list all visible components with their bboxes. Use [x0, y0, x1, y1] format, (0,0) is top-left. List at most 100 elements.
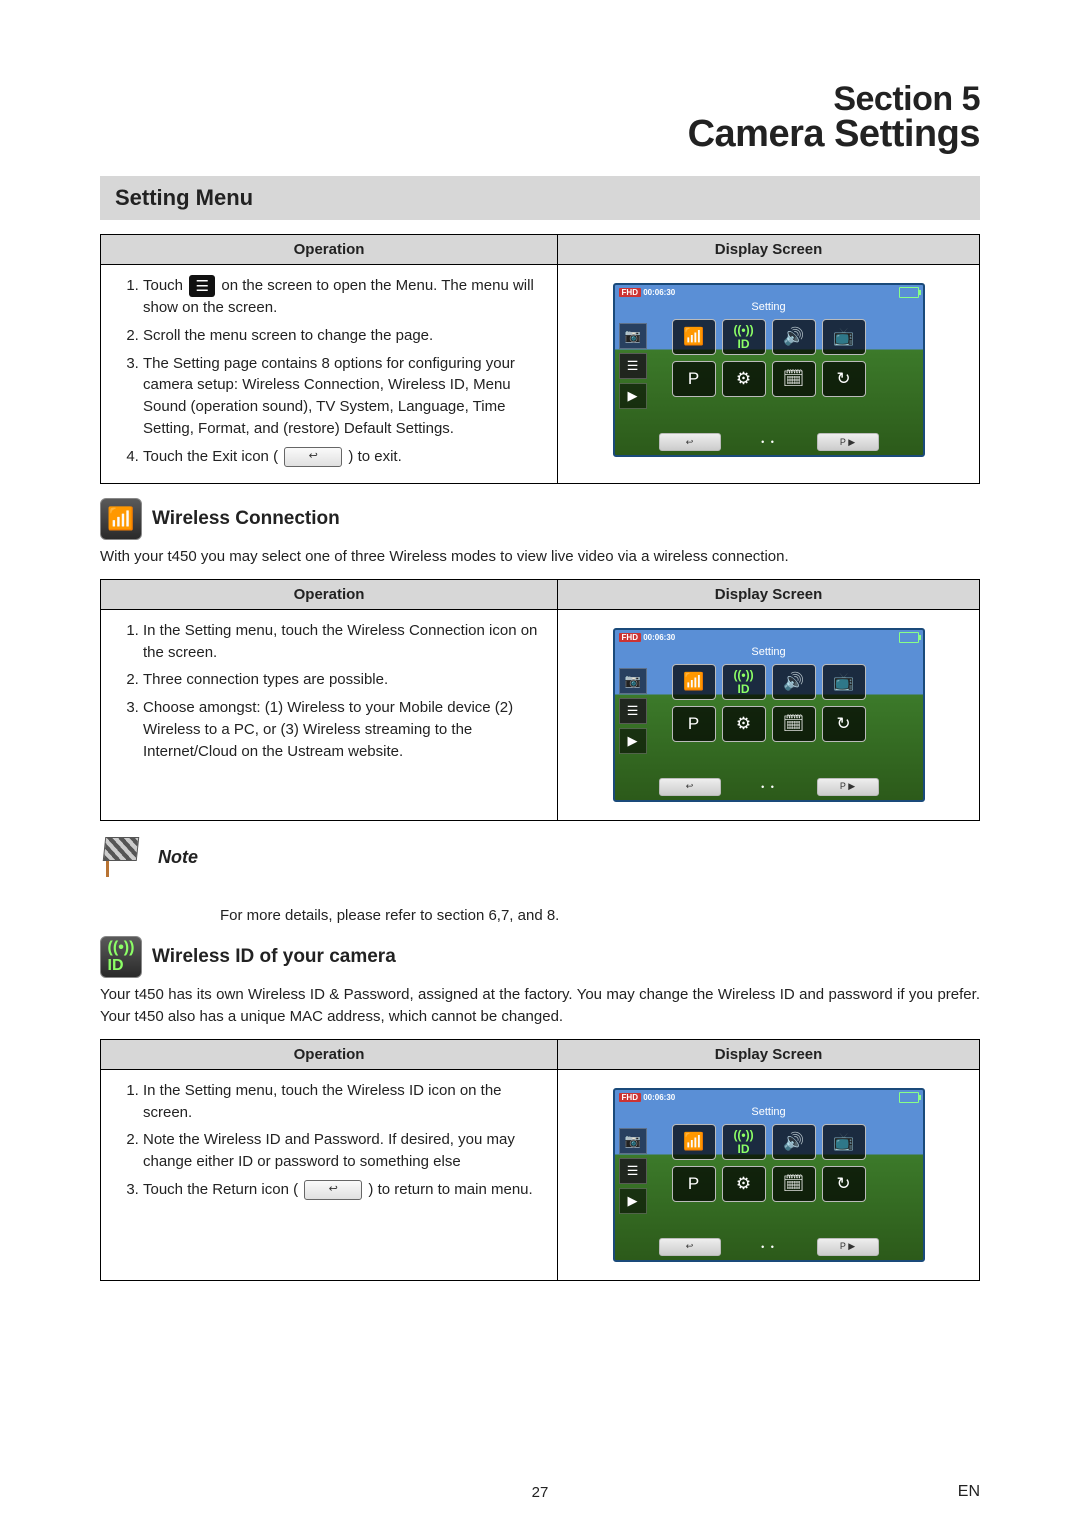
back-button: ↩ — [659, 778, 721, 796]
list-item: Three connection types are possible. — [143, 669, 549, 691]
rec-time: 00:06:30 — [643, 288, 675, 297]
play-button: P ▶ — [817, 778, 879, 796]
list-item: The Setting page contains 8 options for … — [143, 353, 549, 440]
th-operation: Operation — [101, 235, 558, 265]
list-item: Choose amongst: (1) Wireless to your Mob… — [143, 697, 549, 762]
tab-play-icon: ▶ — [619, 383, 647, 409]
tab-play-icon: ▶ — [619, 1188, 647, 1214]
default-icon: ↻ — [822, 706, 866, 742]
list-item: Scroll the menu screen to change the pag… — [143, 325, 549, 347]
heading-text: Wireless ID of your camera — [152, 946, 396, 968]
page: Section 5 Camera Settings Setting Menu O… — [0, 0, 1080, 1527]
fhd-badge: FHD — [619, 288, 641, 297]
language-icon: P — [672, 1166, 716, 1202]
time-setting-icon: ⚙ — [722, 706, 766, 742]
table-setting-menu: Operation Display Screen Touch ☰ on the … — [100, 234, 980, 484]
exit-icon: ↩ — [284, 447, 342, 467]
wifi-icon: 📶 — [672, 664, 716, 700]
wifi-id-icon: ((•))ID — [722, 319, 766, 355]
section-title: Camera Settings — [100, 113, 980, 156]
list-item: Touch the Exit icon ( ↩ ) to exit. — [143, 446, 549, 468]
camera-screen-mock: FHD 00:06:30 Setting 📷 ☰ ▶ 📶 ((•))ID 🔊 📺 — [613, 628, 925, 802]
tab-camera-icon: 📷 — [619, 668, 647, 694]
wireless-id-intro: Your t450 has its own Wireless ID & Pass… — [100, 984, 980, 1029]
tab-play-icon: ▶ — [619, 728, 647, 754]
tab-menu-icon: ☰ — [619, 698, 647, 724]
wifi-id-icon: ((•))ID — [722, 1124, 766, 1160]
note-flag-icon — [100, 835, 146, 881]
list-item: Touch the Return icon ( ↩ ) to return to… — [143, 1179, 549, 1201]
language-icon: P — [672, 361, 716, 397]
battery-icon — [899, 632, 919, 643]
page-dots: • • — [761, 1242, 776, 1252]
tab-menu-icon: ☰ — [619, 1158, 647, 1184]
back-button: ↩ — [659, 1238, 721, 1256]
note-block: Note — [100, 835, 980, 881]
screen-setting-label: Setting — [751, 1106, 785, 1118]
tv-icon: 📺 — [822, 319, 866, 355]
exit-icon: ↩ — [304, 1180, 362, 1200]
page-number: 27 — [532, 1484, 549, 1501]
wireless-connection-intro: With your t450 you may select one of thr… — [100, 546, 980, 569]
battery-icon — [899, 287, 919, 298]
tab-menu-icon: ☰ — [619, 353, 647, 379]
screen-setting-label: Setting — [751, 301, 785, 313]
sound-icon: 🔊 — [772, 319, 816, 355]
wifi-id-icon: ((•))ID — [100, 936, 142, 978]
table-wireless-id: Operation Display Screen In the Setting … — [100, 1039, 980, 1281]
rec-time: 00:06:30 — [643, 1093, 675, 1102]
menu-icon: ☰ — [189, 275, 215, 297]
format-icon: 🗓 — [772, 706, 816, 742]
language-icon: P — [672, 706, 716, 742]
th-operation: Operation — [101, 1039, 558, 1069]
sound-icon: 🔊 — [772, 664, 816, 700]
fhd-badge: FHD — [619, 1093, 641, 1102]
play-button: P ▶ — [817, 1238, 879, 1256]
heading-text: Wireless Connection — [152, 508, 340, 530]
table-row: In the Setting menu, touch the Wireless … — [101, 1069, 558, 1280]
sound-icon: 🔊 — [772, 1124, 816, 1160]
section-header: Section 5 Camera Settings — [100, 80, 980, 156]
fhd-badge: FHD — [619, 633, 641, 642]
th-display-screen: Display Screen — [558, 579, 980, 609]
setting-menu-heading: Setting Menu — [100, 176, 980, 220]
tab-camera-icon: 📷 — [619, 323, 647, 349]
format-icon: 🗓 — [772, 361, 816, 397]
note-label: Note — [158, 847, 198, 868]
list-item: Note the Wireless ID and Password. If de… — [143, 1129, 549, 1173]
note-text: For more details, please refer to sectio… — [220, 907, 980, 924]
table-row: In the Setting menu, touch the Wireless … — [101, 609, 558, 820]
tab-camera-icon: 📷 — [619, 1128, 647, 1154]
heading-wireless-id: ((•))ID Wireless ID of your camera — [100, 936, 980, 978]
format-icon: 🗓 — [772, 1166, 816, 1202]
page-dots: • • — [761, 437, 776, 447]
table-wireless-connection: Operation Display Screen In the Setting … — [100, 579, 980, 821]
play-button: P ▶ — [817, 433, 879, 451]
list-item: In the Setting menu, touch the Wireless … — [143, 1080, 549, 1124]
display-screen-cell: FHD 00:06:30 Setting 📷 ☰ ▶ 📶 ((•))ID 🔊 📺 — [558, 609, 980, 820]
display-screen-cell: FHD 00:06:30 Setting 📷 ☰ ▶ 📶 ((•))ID 🔊 📺 — [558, 1069, 980, 1280]
back-button: ↩ — [659, 433, 721, 451]
default-icon: ↻ — [822, 361, 866, 397]
battery-icon — [899, 1092, 919, 1103]
camera-screen-mock: FHD 00:06:30 Setting 📷 ☰ ▶ 📶 ((•))ID 🔊 📺 — [613, 1088, 925, 1262]
th-operation: Operation — [101, 579, 558, 609]
list-item: Touch ☰ on the screen to open the Menu. … — [143, 275, 549, 319]
wifi-icon: 📶 — [672, 319, 716, 355]
page-footer: 27 EN — [100, 1483, 980, 1501]
time-setting-icon: ⚙ — [722, 1166, 766, 1202]
heading-wireless-connection: 📶 Wireless Connection — [100, 498, 980, 540]
camera-screen-mock: FHD 00:06:30 Setting 📷 ☰ ▶ 📶 ((•))ID 🔊 📺 — [613, 283, 925, 457]
page-dots: • • — [761, 782, 776, 792]
th-display-screen: Display Screen — [558, 235, 980, 265]
table-row: Touch ☰ on the screen to open the Menu. … — [101, 265, 558, 484]
wifi-id-icon: ((•))ID — [722, 664, 766, 700]
rec-time: 00:06:30 — [643, 633, 675, 642]
tv-icon: 📺 — [822, 664, 866, 700]
screen-setting-label: Setting — [751, 646, 785, 658]
wifi-icon: 📶 — [100, 498, 142, 540]
list-item: In the Setting menu, touch the Wireless … — [143, 620, 549, 664]
display-screen-cell: FHD 00:06:30 Setting 📷 ☰ ▶ 📶 ((•))ID 🔊 📺 — [558, 265, 980, 484]
wifi-icon: 📶 — [672, 1124, 716, 1160]
default-icon: ↻ — [822, 1166, 866, 1202]
